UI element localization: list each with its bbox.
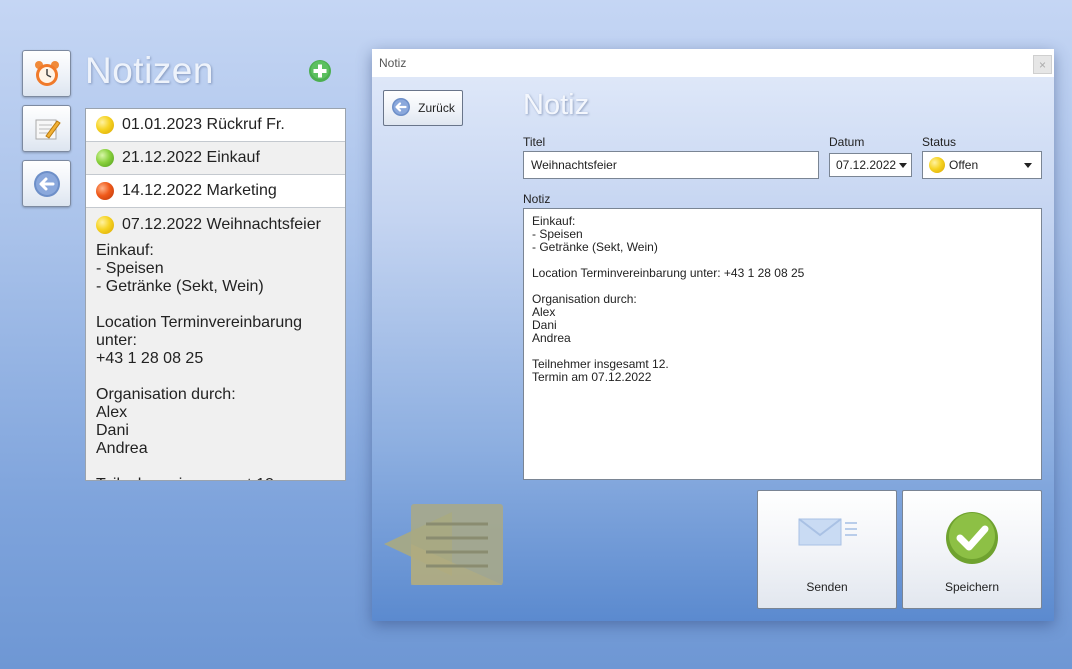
list-item[interactable]: 21.12.2022 Einkauf [86, 142, 345, 175]
titel-value: Weihnachtsfeier [531, 158, 617, 172]
titel-field[interactable]: Weihnachtsfeier [523, 151, 819, 179]
list-item-body: Einkauf: - Speisen - Getränke (Sekt, Wei… [96, 242, 303, 480]
send-button[interactable]: Senden [757, 490, 897, 609]
datum-picker[interactable]: 07.12.2022 [829, 153, 912, 177]
datum-value: 07.12.2022 [836, 158, 897, 172]
list-item[interactable]: 01.01.2023 Rückruf Fr. [86, 109, 345, 142]
send-button-label: Senden [806, 580, 848, 594]
add-note-button[interactable] [308, 59, 332, 83]
save-button-label: Speichern [944, 580, 1000, 594]
plus-icon [308, 60, 332, 87]
close-icon[interactable]: × [1033, 55, 1052, 74]
envelope-icon [795, 511, 859, 554]
dialog-heading: Notiz [523, 89, 590, 121]
status-dot-icon [929, 157, 945, 173]
list-item-label: 21.12.2022 Einkauf [122, 149, 260, 166]
app-title: Notizen [85, 50, 214, 91]
checkmark-icon [945, 511, 999, 568]
note-list: 01.01.2023 Rückruf Fr. 21.12.2022 Einkau… [85, 108, 346, 481]
notiz-label: Notiz [523, 192, 551, 206]
list-item-expanded[interactable]: 07.12.2022 Weihnachtsfeier Einkauf: - Sp… [86, 208, 345, 480]
back-button[interactable]: Zurück [383, 90, 463, 126]
status-dot-icon [96, 216, 114, 234]
status-dot-icon [96, 149, 114, 167]
note-dialog: Notiz × Zurück Notiz Titel Weihnachtsfei… [372, 49, 1054, 621]
notepad-pencil-icon [32, 114, 62, 144]
status-dot-icon [96, 116, 114, 134]
status-dot-icon [96, 182, 114, 200]
chevron-down-icon [1024, 163, 1032, 168]
arrow-left-icon [391, 97, 418, 120]
list-item-label: 07.12.2022 Weihnachtsfeier [122, 216, 321, 233]
back-button-label: Zurück [418, 101, 455, 115]
back-nav-button[interactable] [22, 160, 71, 207]
list-item[interactable]: 14.12.2022 Marketing [86, 175, 345, 208]
alarm-button[interactable] [22, 50, 71, 97]
titel-label: Titel [523, 135, 546, 149]
arrow-left-icon [32, 169, 62, 199]
alarm-clock-icon [32, 59, 62, 89]
status-value: Offen [949, 158, 979, 172]
dialog-titlebar: Notiz × [372, 49, 1054, 77]
chevron-down-icon [899, 163, 907, 168]
dialog-window-title: Notiz [379, 56, 407, 70]
notiz-textarea[interactable]: Einkauf: - Speisen - Getränke (Sekt, Wei… [523, 208, 1042, 480]
notes-button[interactable] [22, 105, 71, 152]
list-item-label: 01.01.2023 Rückruf Fr. [122, 116, 285, 133]
save-button[interactable]: Speichern [902, 490, 1042, 609]
status-select[interactable]: Offen [922, 151, 1042, 179]
status-label: Status [922, 135, 957, 149]
note-speech-icon [382, 502, 507, 592]
list-item-label: 14.12.2022 Marketing [122, 182, 277, 199]
datum-label: Datum [829, 135, 865, 149]
